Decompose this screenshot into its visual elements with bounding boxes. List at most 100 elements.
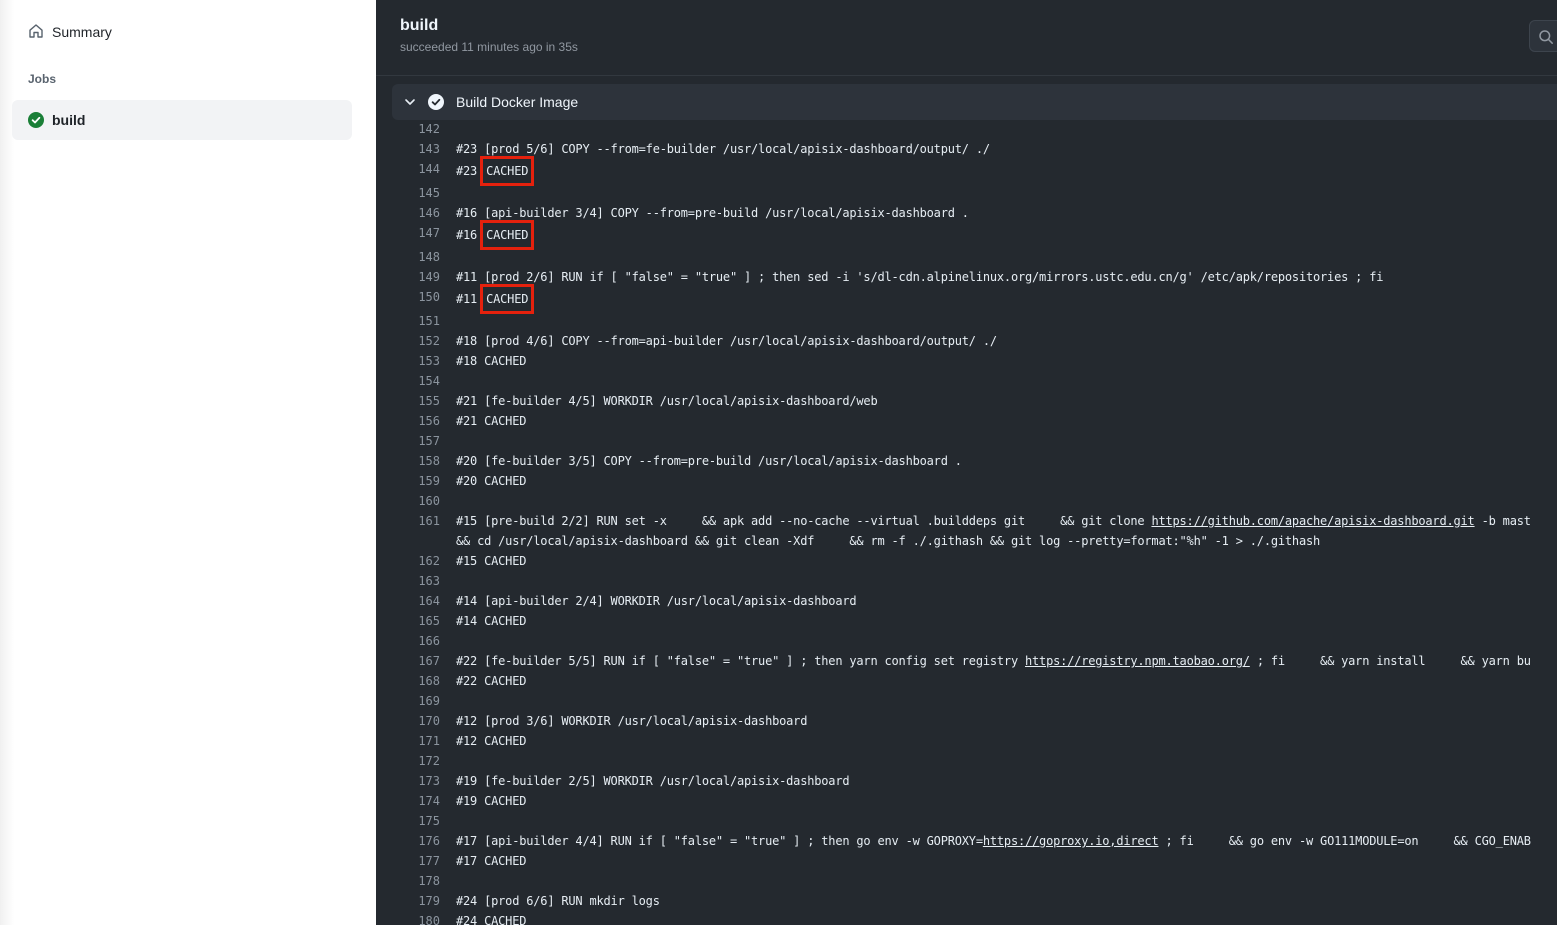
log-line: 174 #19 CACHED [376, 791, 1557, 811]
log-line: 180 #24 CACHED [376, 911, 1557, 925]
log-line-text: #16 CACHED [456, 220, 1557, 250]
log-line-number[interactable]: 146 [376, 203, 440, 223]
log-line: 152 #18 [prod 4/6] COPY --from=api-builde… [376, 331, 1557, 351]
log-line-number[interactable]: 143 [376, 139, 440, 159]
log-line-text: #23 [prod 5/6] COPY --from=fe-builder /u… [456, 139, 1557, 159]
log-text-segment: #19 CACHED [456, 794, 527, 808]
highlighted-cached-text: CACHED [480, 284, 535, 314]
log-line-number[interactable]: 177 [376, 851, 440, 871]
sidebar-item-build[interactable]: build [12, 100, 352, 140]
log-line-number[interactable]: 158 [376, 451, 440, 471]
log-text-segment: #12 CACHED [456, 734, 527, 748]
job-log-panel: build succeeded 11 minutes ago in 35s Bu… [376, 0, 1557, 925]
log-link[interactable]: https://github.com/apache/apisix-dashboa… [1151, 514, 1474, 528]
jobs-heading: Jobs [28, 72, 57, 86]
log-line-text [456, 571, 1557, 591]
log-line: 168 #22 CACHED [376, 671, 1557, 691]
log-line-text: #14 CACHED [456, 611, 1557, 631]
log-line-number[interactable]: 147 [376, 223, 440, 247]
log-line-number[interactable]: 151 [376, 311, 440, 331]
home-icon [28, 23, 44, 42]
log-text-segment: #14 [api-builder 2/4] WORKDIR /usr/local… [456, 594, 857, 608]
log-line-number[interactable]: 161 [376, 511, 440, 551]
log-text-segment: #20 [fe-builder 3/5] COPY --from=pre-bui… [456, 454, 962, 468]
log-text-segment: #18 CACHED [456, 354, 527, 368]
log-line-number[interactable]: 174 [376, 791, 440, 811]
log-line-number[interactable]: 149 [376, 267, 440, 287]
log-line-number[interactable]: 156 [376, 411, 440, 431]
log-line-number[interactable]: 142 [376, 119, 440, 139]
log-link[interactable]: https://goproxy.io,direct [983, 834, 1159, 848]
log-line: 158 #20 [fe-builder 3/5] COPY --from=pre-… [376, 451, 1557, 471]
log-line-number[interactable]: 148 [376, 247, 440, 267]
log-text-segment: #19 [fe-builder 2/5] WORKDIR /usr/local/… [456, 774, 850, 788]
log-line-text: #11 CACHED [456, 284, 1557, 314]
log-line-text: #21 CACHED [456, 411, 1557, 431]
log-line-text: #19 [fe-builder 2/5] WORKDIR /usr/local/… [456, 771, 1557, 791]
log-line-number[interactable]: 171 [376, 731, 440, 751]
log-line-text: #20 [fe-builder 3/5] COPY --from=pre-bui… [456, 451, 1557, 471]
log-line-number[interactable]: 163 [376, 571, 440, 591]
log-line: 170 #12 [prod 3/6] WORKDIR /usr/local/api… [376, 711, 1557, 731]
log-line: 156 #21 CACHED [376, 411, 1557, 431]
log-line: 160 [376, 491, 1557, 511]
log-line-number[interactable]: 172 [376, 751, 440, 771]
step-header-build-docker-image[interactable]: Build Docker Image [392, 84, 1557, 120]
log-line-text: #21 [fe-builder 4/5] WORKDIR /usr/local/… [456, 391, 1557, 411]
log-line: 171 #12 CACHED [376, 731, 1557, 751]
job-status-text: succeeded 11 minutes ago in 35s [400, 40, 578, 54]
sidebar-item-summary[interactable]: Summary [28, 22, 112, 42]
log-line: 172 [376, 751, 1557, 771]
log-line: 148 [376, 247, 1557, 267]
log-text-segment: #24 [prod 6/6] RUN mkdir logs [456, 894, 660, 908]
log-line-number[interactable]: 160 [376, 491, 440, 511]
log-line: 167 #22 [fe-builder 5/5] RUN if [ "false"… [376, 651, 1557, 671]
sidebar: Summary Jobs build [0, 0, 376, 925]
log-link[interactable]: https://registry.npm.taobao.org/ [1025, 654, 1250, 668]
log-line-number[interactable]: 159 [376, 471, 440, 491]
log-line: 150 #11 CACHED [376, 284, 1557, 314]
log-line-number[interactable]: 180 [376, 911, 440, 925]
log-line-number[interactable]: 164 [376, 591, 440, 611]
log-line-number[interactable]: 152 [376, 331, 440, 351]
log-line-text [456, 247, 1557, 267]
log-line-number[interactable]: 154 [376, 371, 440, 391]
log-line-number[interactable]: 167 [376, 651, 440, 671]
log-line-number[interactable]: 173 [376, 771, 440, 791]
log-line: 179 #24 [prod 6/6] RUN mkdir logs [376, 891, 1557, 911]
log-line-number[interactable]: 176 [376, 831, 440, 851]
log-line-number[interactable]: 175 [376, 811, 440, 831]
log-text-segment: #18 [prod 4/6] COPY --from=api-builder /… [456, 334, 997, 348]
log-line-number[interactable]: 169 [376, 691, 440, 711]
log-line-number[interactable]: 165 [376, 611, 440, 631]
log-line-number[interactable]: 178 [376, 871, 440, 891]
log-line-number[interactable]: 144 [376, 159, 440, 183]
sidebar-shadow [0, 0, 14, 925]
log-line-number[interactable]: 155 [376, 391, 440, 411]
log-line: 169 [376, 691, 1557, 711]
log-line-number[interactable]: 153 [376, 351, 440, 371]
log-line-number[interactable]: 166 [376, 631, 440, 651]
log-line-number[interactable]: 145 [376, 183, 440, 203]
log-line-number[interactable]: 168 [376, 671, 440, 691]
log-text-segment: #17 CACHED [456, 854, 527, 868]
log-line-text [456, 491, 1557, 511]
log-line-number[interactable]: 150 [376, 287, 440, 311]
log-line: 175 [376, 811, 1557, 831]
log-line-number[interactable]: 179 [376, 891, 440, 911]
search-logs-button[interactable] [1529, 20, 1557, 52]
log-line-text: #17 CACHED [456, 851, 1557, 871]
log-line: 178 [376, 871, 1557, 891]
log-line-number[interactable]: 170 [376, 711, 440, 731]
log-line: 176 #17 [api-builder 4/4] RUN if [ "false… [376, 831, 1557, 851]
log-line-text: #12 CACHED [456, 731, 1557, 751]
log-line: 154 [376, 371, 1557, 391]
log-line: 162 #15 CACHED [376, 551, 1557, 571]
log-line: 161 #15 [pre-build 2/2] RUN set -x && apk… [376, 511, 1557, 551]
log-line-text [456, 691, 1557, 711]
log-line-number[interactable]: 162 [376, 551, 440, 571]
log-line: 147 #16 CACHED [376, 220, 1557, 250]
log-line-number[interactable]: 157 [376, 431, 440, 451]
log-line-text [456, 371, 1557, 391]
log-line-text: #24 [prod 6/6] RUN mkdir logs [456, 891, 1557, 911]
